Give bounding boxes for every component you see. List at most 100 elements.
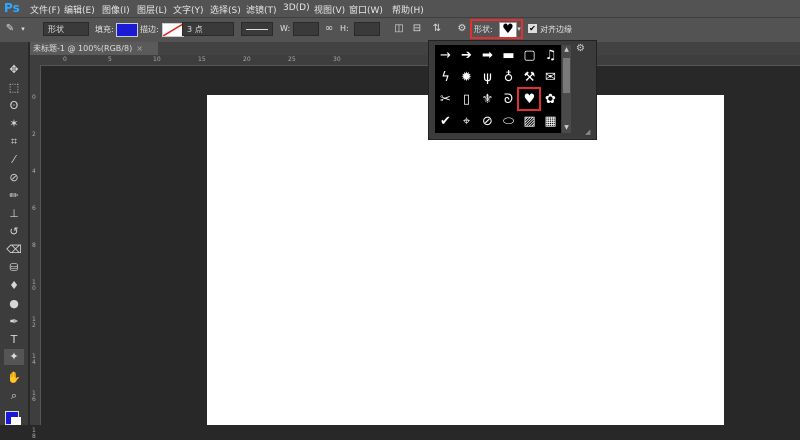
hatch-pattern-icon[interactable]: ▨ xyxy=(519,111,540,132)
menu-item-9[interactable]: 窗口(W) xyxy=(349,3,383,16)
link-icon[interactable]: ∞ xyxy=(323,23,335,35)
checkmark-icon[interactable]: ✔ xyxy=(435,111,456,132)
snail-icon[interactable]: ᘐ xyxy=(498,89,519,110)
menu-item-8[interactable]: 视图(V) xyxy=(314,3,345,16)
banner-icon[interactable]: ▬ xyxy=(498,45,519,66)
path-alignment-icon[interactable]: ⊟ xyxy=(411,23,423,35)
arrow-bold-icon[interactable]: ➔ xyxy=(456,45,477,66)
envelope-icon[interactable]: ✉ xyxy=(540,67,561,88)
document-tab[interactable]: 未标题-1 @ 100%(RGB/8) × xyxy=(30,42,158,55)
menu-item-6[interactable]: 滤镜(T) xyxy=(246,3,277,16)
dodge-tool-icon[interactable]: ● xyxy=(6,296,22,312)
gear-icon[interactable]: ⚙ xyxy=(456,23,468,35)
speech-bubble-icon[interactable]: ⬭ xyxy=(498,111,519,132)
no-stroke-icon xyxy=(163,24,183,36)
pen-tool-icon[interactable]: ✒ xyxy=(6,314,22,330)
shape-picker-highlight xyxy=(470,19,523,39)
ruler-left-number: 1 8 xyxy=(32,427,36,440)
eraser-tool-icon[interactable]: ⌫ xyxy=(6,242,22,258)
ruler-left-number: 4 xyxy=(32,168,36,175)
scroll-thumb[interactable] xyxy=(563,58,570,93)
healing-brush-tool-icon[interactable]: ⊘ xyxy=(6,170,22,186)
app-logo: Ps xyxy=(4,1,20,15)
custom-shape-tool-active-icon[interactable]: ✦ xyxy=(4,349,24,365)
ruler-top-number: 25 xyxy=(288,56,296,63)
menu-item-3[interactable]: 图层(L) xyxy=(137,3,167,16)
clone-stamp-tool-icon[interactable]: ⊥ xyxy=(6,206,22,222)
move-tool-icon[interactable]: ✥ xyxy=(6,62,22,78)
scroll-down-icon[interactable]: ▼ xyxy=(563,124,570,132)
no-sign-icon[interactable]: ⊘ xyxy=(477,111,498,132)
scissors-icon[interactable]: ✂ xyxy=(435,89,456,110)
target-icon[interactable]: ⌖ xyxy=(456,111,477,132)
fleur-de-lis-icon[interactable]: ⚜ xyxy=(477,89,498,110)
stroke-type-select[interactable] xyxy=(241,22,273,36)
hand-tool-icon[interactable]: ✋ xyxy=(6,370,22,386)
grass-icon[interactable]: ψ xyxy=(477,67,498,88)
path-operations-icon[interactable]: ◫ xyxy=(393,23,405,35)
pen-tool-preset-icon[interactable]: ✎ xyxy=(4,23,16,35)
ruler-left-number: 1 0 xyxy=(32,279,36,292)
ruler-left-number: 1 4 xyxy=(32,353,36,366)
hammer-icon[interactable]: ⚒ xyxy=(519,67,540,88)
path-arrangement-icon[interactable]: ⇅ xyxy=(431,23,443,35)
align-edges-checkbox[interactable]: ✔ xyxy=(528,24,537,33)
menu-item-10[interactable]: 帮助(H) xyxy=(392,3,424,16)
ruler-top xyxy=(30,55,800,66)
menu-item-0[interactable]: 文件(F) xyxy=(30,3,60,16)
scroll-up-icon[interactable]: ▲ xyxy=(563,46,570,54)
type-tool-icon[interactable]: T xyxy=(6,332,22,348)
marquee-tool-icon[interactable]: ⬚ xyxy=(6,80,22,96)
menu-item-5[interactable]: 选择(S) xyxy=(210,3,241,16)
crop-tool-icon[interactable]: ⌗ xyxy=(6,134,22,150)
ruler-top-number: 0 xyxy=(63,56,67,63)
brush-tool-icon[interactable]: ✏ xyxy=(6,188,22,204)
menu-item-7[interactable]: 3D(D) xyxy=(283,3,310,13)
fill-swatch[interactable] xyxy=(116,23,138,37)
stroke-width-select[interactable]: 3 点 xyxy=(182,22,234,36)
toolbox: ✥ ⬚ ʘ ✶ ⌗ ⁄ ⊘ ✏ ⊥ ↺ ⌫ ⛁ ♦ ● ✒ T ↖ ✋ ⌕ xyxy=(0,42,29,425)
width-input[interactable] xyxy=(293,22,319,36)
stroke-swatch[interactable] xyxy=(162,23,184,37)
ruler-top-number: 15 xyxy=(198,56,206,63)
ruler-left-number: 6 xyxy=(32,205,36,212)
arrow-thin-icon[interactable]: → xyxy=(435,45,456,66)
puzzle-icon[interactable]: ✿ xyxy=(540,89,561,110)
resize-grip-icon[interactable]: ◢ xyxy=(585,128,590,136)
menu-item-1[interactable]: 编辑(E) xyxy=(64,3,95,16)
document-canvas[interactable] xyxy=(207,95,724,425)
w-label: W: xyxy=(280,24,291,33)
document-tab-title: 未标题-1 @ 100%(RGB/8) xyxy=(33,44,133,53)
align-edges-label: 对齐边缘 xyxy=(540,25,572,34)
ruler-top-number: 5 xyxy=(108,56,112,63)
eyedropper-tool-icon[interactable]: ⁄ xyxy=(6,152,22,168)
heart-cell-highlight xyxy=(517,87,541,111)
magic-wand-tool-icon[interactable]: ✶ xyxy=(6,116,22,132)
stroke-label: 描边: xyxy=(140,25,159,34)
lasso-tool-icon[interactable]: ʘ xyxy=(6,98,22,114)
h-label: H: xyxy=(340,24,349,33)
history-brush-tool-icon[interactable]: ↺ xyxy=(6,224,22,240)
mode-select[interactable]: 形状 xyxy=(43,22,89,36)
paint-bucket-tool-icon[interactable]: ⛁ xyxy=(6,260,22,276)
chevron-down-icon[interactable]: ▾ xyxy=(17,23,29,35)
blur-tool-icon[interactable]: ♦ xyxy=(6,278,22,294)
ruler-left-number: 8 xyxy=(32,242,36,249)
arrow-fat-icon[interactable]: ➡ xyxy=(477,45,498,66)
ruler-top-number: 10 xyxy=(153,56,161,63)
stamp-frame-icon[interactable]: ▯ xyxy=(456,89,477,110)
background-color-swatch[interactable] xyxy=(11,417,21,425)
fill-label: 填充: xyxy=(95,25,114,34)
menu-item-2[interactable]: 图像(I) xyxy=(102,3,130,16)
starburst-icon[interactable]: ✹ xyxy=(456,67,477,88)
lightning-icon[interactable]: ϟ xyxy=(435,67,456,88)
panel-gear-icon[interactable]: ⚙ xyxy=(576,43,585,54)
zoom-tool-icon[interactable]: ⌕ xyxy=(6,388,22,404)
music-note-icon[interactable]: ♫ xyxy=(540,45,561,66)
checker-pattern-icon[interactable]: ▦ xyxy=(540,111,561,132)
lightbulb-icon[interactable]: ♁ xyxy=(498,67,519,88)
menu-item-4[interactable]: 文字(Y) xyxy=(173,3,204,16)
frame-icon[interactable]: ▢ xyxy=(519,45,540,66)
height-input[interactable] xyxy=(354,22,380,36)
close-tab-icon[interactable]: × xyxy=(136,44,143,53)
